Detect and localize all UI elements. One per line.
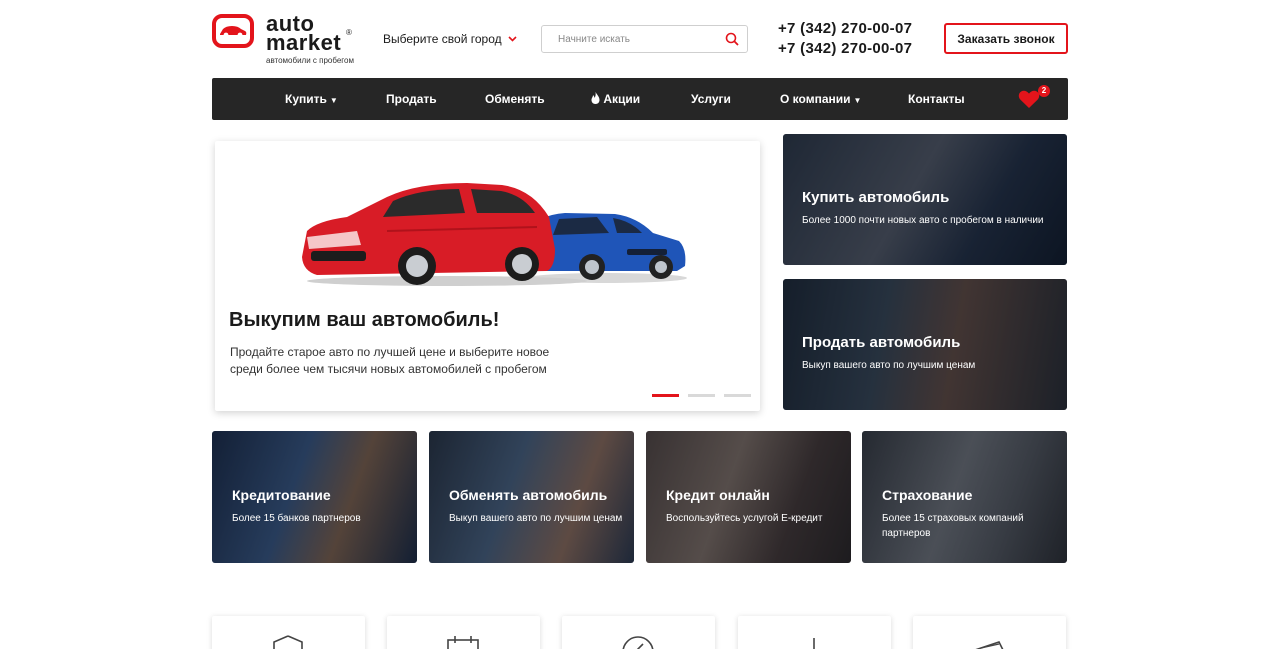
shield-icon (273, 635, 303, 649)
nav-item-services[interactable]: Услуги (691, 78, 731, 120)
feature-tile[interactable] (913, 616, 1066, 649)
search-box (541, 25, 748, 53)
city-selector[interactable]: Выберите свой город (383, 32, 517, 46)
card-title: Кредит онлайн (666, 487, 770, 503)
logo-tagline: автомобили с пробегом (266, 56, 354, 65)
logo-car-icon (212, 14, 254, 48)
card-subtitle: Выкуп вашего авто по лучшим ценам (802, 360, 976, 371)
slider-dot[interactable] (724, 394, 751, 397)
logo-word-market: market (266, 30, 342, 55)
nav-item-label: Услуги (691, 92, 731, 106)
logo-registered-mark: ® (346, 28, 352, 37)
card-online-credit[interactable]: Кредит онлайн Воспользуйтесь услугой Е-к… (646, 431, 851, 563)
card-subtitle: Выкуп вашего авто по лучшим ценам (449, 513, 623, 524)
card-insurance[interactable]: Страхование Более 15 страховых компаний … (862, 431, 1067, 563)
page: auto market ® автомобили с пробегом Выбе… (0, 0, 1280, 649)
flame-icon (591, 92, 600, 106)
slide-title: Выкупим ваш автомобиль! (229, 309, 500, 331)
nav-item-sell[interactable]: Продать (386, 78, 437, 120)
feature-tile[interactable] (212, 616, 365, 649)
card-subtitle: Воспользуйтесь услугой Е-кредит (666, 513, 823, 524)
wrench-icon (813, 638, 815, 649)
phones-block: +7 (342) 270-00-07 +7 (342) 270-00-07 (778, 19, 912, 59)
phone-number-2[interactable]: +7 (342) 270-00-07 (778, 39, 912, 59)
nav-item-label: Обменять (485, 92, 545, 106)
feature-tile[interactable] (562, 616, 715, 649)
feature-tile[interactable] (738, 616, 891, 649)
money-icon (975, 641, 1004, 649)
nav-item-label: Купить (285, 92, 327, 106)
card-title: Продать автомобиль (802, 334, 961, 351)
card-sell-car[interactable]: Продать автомобиль Выкуп вашего авто по … (783, 279, 1067, 410)
calendar-icon (447, 636, 479, 649)
nav-item-label: Акции (603, 92, 641, 106)
nav-item-label: О компании (780, 92, 851, 106)
chevron-down-icon (508, 34, 517, 45)
card-title: Кредитование (232, 487, 331, 503)
phone-number-1[interactable]: +7 (342) 270-00-07 (778, 19, 912, 39)
card-subtitle: Более 1000 почти новых авто с пробегом в… (802, 215, 1044, 226)
nav-item-buy[interactable]: Купить ▼ (285, 78, 338, 120)
card-title: Обменять автомобиль (449, 487, 608, 503)
card-subtitle: Более 15 страховых компаний партнеров (882, 513, 1024, 539)
card-credit[interactable]: Кредитование Более 15 банков партнеров (212, 431, 417, 563)
slider-dot[interactable] (688, 394, 715, 397)
nav-item-contacts[interactable]: Контакты (908, 78, 965, 120)
slider-pagination (652, 394, 751, 397)
nav-item-exchange[interactable]: Обменять (485, 78, 545, 120)
main-nav: Купить ▼ Продать Обменять Акции Услуги О … (212, 78, 1068, 120)
nav-item-label: Контакты (908, 92, 965, 106)
nav-item-label: Продать (386, 92, 437, 106)
slide-cars-image (297, 171, 687, 291)
card-subtitle: Более 15 банков партнеров (232, 513, 361, 524)
card-title: Страхование (882, 487, 973, 503)
order-call-button[interactable]: Заказать звонок (944, 23, 1068, 54)
feature-tile[interactable] (387, 616, 540, 649)
card-title: Купить автомобиль (802, 189, 950, 206)
card-exchange[interactable]: Обменять автомобиль Выкуп вашего авто по… (429, 431, 634, 563)
card-buy-car[interactable]: Купить автомобиль Более 1000 почти новых… (783, 134, 1067, 265)
chevron-down-icon: ▼ (329, 96, 338, 105)
favorites-count-badge: 2 (1038, 85, 1050, 97)
chevron-down-icon: ▼ (853, 96, 862, 105)
nav-item-promotions[interactable]: Акции (591, 78, 640, 120)
slider-dot[interactable] (652, 394, 679, 397)
hero-slider: Выкупим ваш автомобиль! Продайте старое … (215, 141, 760, 411)
search-input[interactable] (542, 26, 712, 52)
percent-icon (622, 636, 654, 649)
nav-item-about[interactable]: О компании ▼ (780, 78, 861, 120)
search-icon[interactable] (725, 32, 739, 51)
slide-description: Продайте старое авто по лучшей цене и вы… (230, 345, 550, 376)
city-selector-label: Выберите свой город (383, 32, 502, 46)
